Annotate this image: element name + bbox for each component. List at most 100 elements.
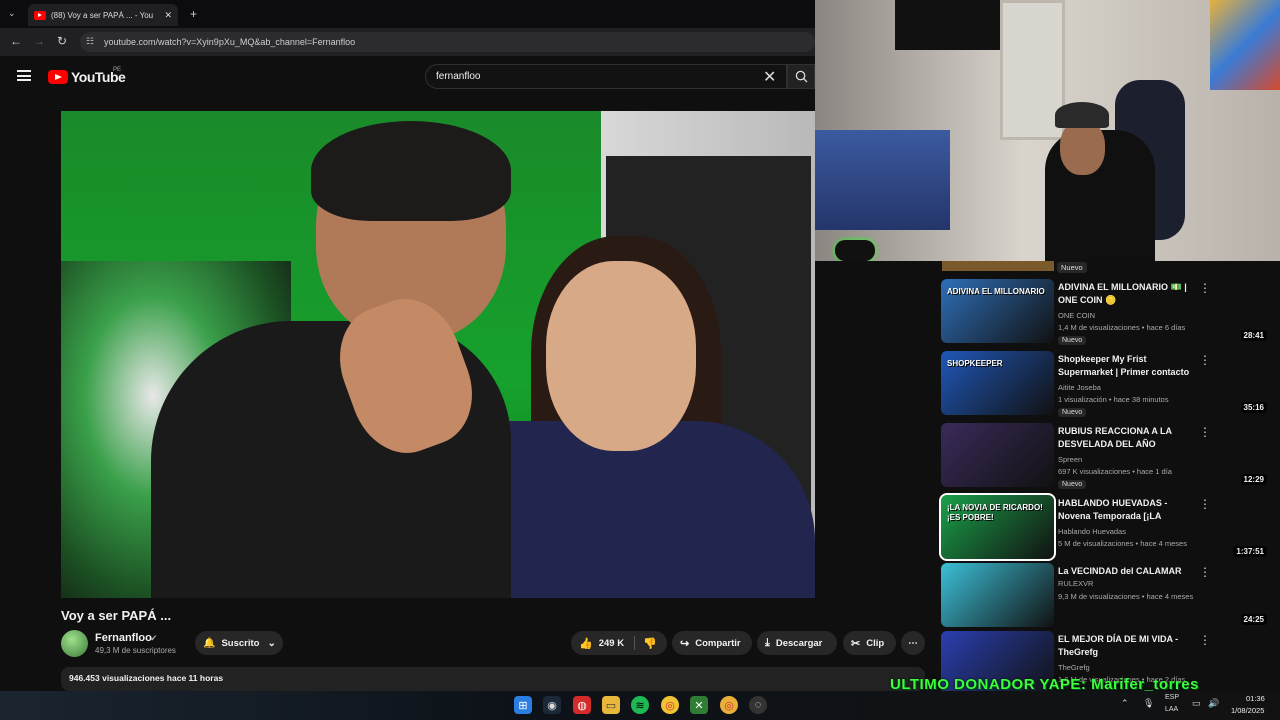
more-options-icon[interactable]: ⋮ bbox=[1199, 425, 1211, 439]
recommendation-title[interactable]: Shopkeeper My Frist Supermarket | Primer… bbox=[1058, 353, 1193, 379]
keyboard-layout[interactable]: LAA bbox=[1165, 706, 1178, 713]
channel-avatar[interactable] bbox=[61, 630, 88, 657]
file-explorer-icon[interactable]: ▭ bbox=[602, 696, 620, 714]
spotify-icon[interactable]: ≋ bbox=[631, 696, 649, 714]
reload-icon[interactable]: ↻ bbox=[57, 34, 67, 48]
recommendation-thumbnail[interactable]: SHOPKEEPER bbox=[941, 351, 1054, 415]
recommendation-title[interactable]: RUBIUS REACCIONA A LA DESVELADA DEL AÑO bbox=[1058, 425, 1193, 451]
recommendation-meta: 697 K visualizaciones • hace 1 día bbox=[1058, 467, 1172, 476]
more-options-icon[interactable]: ⋮ bbox=[1199, 353, 1211, 367]
keyboard-language[interactable]: ESP bbox=[1165, 694, 1179, 701]
new-badge: Nuevo bbox=[1057, 262, 1087, 273]
clip-button[interactable]: ✂ Clip bbox=[843, 631, 896, 655]
tab-list-chevron-icon[interactable]: ⌄ bbox=[8, 8, 16, 19]
network-icon[interactable]: ▭ bbox=[1192, 698, 1201, 709]
recommendation-title[interactable]: ADIVINA EL MILLONARIO 💵 | ONE COIN 🪙 bbox=[1058, 281, 1193, 307]
microphone-icon[interactable]: 🎙 bbox=[1143, 698, 1154, 709]
recommendation-item[interactable]: ADIVINA EL MILLONARIO 28:41 ADIVINA EL M… bbox=[941, 279, 1271, 345]
download-button[interactable]: ⤓ Descargar bbox=[757, 631, 837, 655]
chrome-active-icon[interactable]: ◎ bbox=[720, 696, 738, 714]
back-icon[interactable]: ← bbox=[10, 34, 22, 48]
more-options-icon[interactable]: ⋮ bbox=[1199, 497, 1211, 511]
like-button[interactable]: 👍 249 K 👎 bbox=[571, 631, 667, 655]
recommendation-channel[interactable]: Hablando Huevadas bbox=[1058, 527, 1126, 536]
webcam-cap bbox=[1055, 102, 1109, 128]
browser-tab[interactable]: (88) Voy a ser PAPÁ ... - You ✕ bbox=[28, 4, 178, 26]
country-code: PE bbox=[113, 67, 122, 73]
recommendation-thumbnail[interactable]: ADIVINA EL MILLONARIO bbox=[941, 279, 1054, 343]
url-field[interactable]: youtube.com/watch?v=Xyin9pXu_MQ&ab_chann… bbox=[80, 32, 815, 52]
more-actions-button[interactable]: ⋯ bbox=[901, 631, 925, 655]
thumbs-down-icon[interactable]: 👎 bbox=[643, 637, 657, 650]
webcam-streamer-face bbox=[1060, 120, 1105, 175]
volume-icon[interactable]: 🔊 bbox=[1208, 698, 1219, 709]
recommendation-item[interactable]: SHOPKEEPER 35:16 Shopkeeper My Frist Sup… bbox=[941, 351, 1271, 417]
chrome-icon[interactable]: ◎ bbox=[661, 696, 679, 714]
previous-thumbnail-edge[interactable] bbox=[942, 261, 1054, 271]
webcam-tv bbox=[895, 0, 1005, 50]
steam-icon[interactable]: ◉ bbox=[543, 696, 561, 714]
tray-chevron-up-icon[interactable]: ⌃ bbox=[1121, 698, 1129, 709]
recommendation-meta: 5 M de visualizaciones • hace 4 meses bbox=[1058, 539, 1187, 548]
search-input[interactable]: fernanfloo bbox=[425, 64, 787, 89]
video-player[interactable] bbox=[61, 111, 815, 598]
recommendation-channel[interactable]: Spreen bbox=[1058, 455, 1082, 464]
thumbs-up-icon: 👍 bbox=[579, 637, 593, 650]
tab-close-icon[interactable]: ✕ bbox=[164, 10, 172, 21]
webcam-poster bbox=[1210, 0, 1280, 90]
youtube-play-icon bbox=[48, 70, 68, 84]
forward-icon[interactable]: → bbox=[33, 34, 45, 48]
thumbnail-text: ¡LA NOVIA DE RICARDO! ¡ES POBRE! bbox=[947, 503, 1043, 522]
recommendation-item[interactable]: 12:29 RUBIUS REACCIONA A LA DESVELADA DE… bbox=[941, 423, 1271, 489]
recommendation-title[interactable]: HABLANDO HUEVADAS - Novena Temporada [¡L… bbox=[1058, 497, 1193, 524]
thumbnail-text: SHOPKEEPER bbox=[947, 359, 1003, 368]
recommendation-meta: 1 visualización • hace 38 minutos bbox=[1058, 395, 1169, 404]
share-button[interactable]: ↪ Compartir bbox=[672, 631, 752, 655]
share-label: Compartir bbox=[695, 637, 741, 649]
recommendation-thumbnail[interactable]: ¡LA NOVIA DE RICARDO! ¡ES POBRE! bbox=[939, 493, 1056, 561]
site-info-icon[interactable]: ☷ bbox=[86, 36, 94, 47]
xbox-icon[interactable]: ✕ bbox=[690, 696, 708, 714]
obs-icon[interactable]: ◌ bbox=[749, 696, 767, 714]
streamer-webcam bbox=[815, 0, 1280, 261]
recommendation-channel[interactable]: ONE COIN bbox=[1058, 311, 1095, 320]
clock-date[interactable]: 1/08/2025 bbox=[1231, 706, 1264, 715]
recommendation-item[interactable]: 24:25 La VECINDAD del CALAMAR RULEXVR 9,… bbox=[941, 563, 1271, 629]
search-icon bbox=[795, 70, 808, 83]
webcam-bed bbox=[815, 130, 950, 230]
app-red-icon[interactable]: ◍ bbox=[573, 696, 591, 714]
recommendation-thumbnail[interactable] bbox=[941, 563, 1054, 627]
recommendation-thumbnail[interactable] bbox=[941, 423, 1054, 487]
recommendation-channel[interactable]: TheGrefg bbox=[1058, 663, 1090, 672]
clear-search-icon[interactable]: ✕ bbox=[763, 67, 776, 87]
tab-title: (88) Voy a ser PAPÁ ... - You bbox=[51, 10, 154, 20]
recommendation-title[interactable]: EL MEJOR DÍA DE MI VIDA - TheGrefg bbox=[1058, 633, 1193, 659]
subscribe-button[interactable]: 🔔 Suscrito ⌄ bbox=[195, 631, 283, 655]
webcam-mouse bbox=[835, 240, 875, 261]
like-divider bbox=[634, 636, 636, 650]
more-options-icon[interactable]: ⋮ bbox=[1199, 565, 1211, 579]
duration-badge: 1:37:51 bbox=[1233, 546, 1267, 557]
subscribe-label: Suscrito bbox=[221, 637, 260, 649]
search-button[interactable] bbox=[787, 64, 815, 89]
start-icon[interactable]: ⊞ bbox=[514, 696, 532, 714]
channel-name[interactable]: Fernanfloo bbox=[95, 632, 152, 644]
description-box[interactable]: 946.453 visualizaciones hace 11 horas bbox=[61, 667, 925, 691]
duration-badge: 12:29 bbox=[1240, 474, 1267, 485]
clock-time[interactable]: 01:36 bbox=[1246, 694, 1265, 703]
recommendation-item[interactable]: ¡LA NOVIA DE RICARDO! ¡ES POBRE! 1:37:51… bbox=[939, 493, 1271, 561]
new-badge: Nuevo bbox=[1058, 480, 1087, 489]
recommendation-title[interactable]: La VECINDAD del CALAMAR bbox=[1058, 565, 1193, 578]
download-label: Descargar bbox=[775, 637, 823, 649]
recommendation-channel[interactable]: RULEXVR bbox=[1058, 579, 1093, 588]
duration-badge: 35:16 bbox=[1240, 402, 1267, 413]
more-options-icon[interactable]: ⋮ bbox=[1199, 281, 1211, 295]
clip-label: Clip bbox=[866, 637, 885, 649]
hamburger-menu-icon[interactable] bbox=[17, 70, 31, 81]
scissors-icon: ✂ bbox=[851, 637, 861, 650]
new-tab-icon[interactable]: + bbox=[190, 7, 197, 21]
bell-icon: 🔔 bbox=[203, 637, 216, 649]
search-value: fernanfloo bbox=[436, 71, 481, 82]
recommendation-channel[interactable]: Aitite Joseba bbox=[1058, 383, 1101, 392]
more-options-icon[interactable]: ⋮ bbox=[1199, 633, 1211, 647]
